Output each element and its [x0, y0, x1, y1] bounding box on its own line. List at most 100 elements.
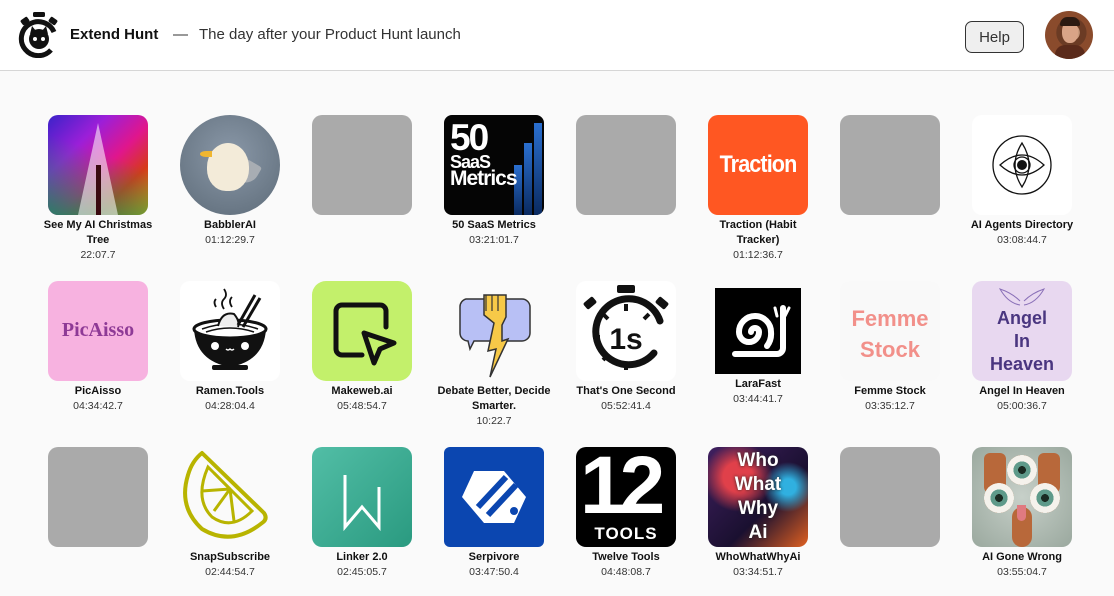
- product-time: 03:21:01.7: [469, 234, 519, 246]
- product-name[interactable]: AI Gone Wrong: [956, 550, 1088, 565]
- product-card-placeholder[interactable]: [560, 115, 692, 215]
- svg-text:1s: 1s: [609, 323, 642, 356]
- product-thumbnail[interactable]: [312, 447, 412, 547]
- placeholder-thumbnail[interactable]: [840, 115, 940, 215]
- placeholder-thumbnail[interactable]: [840, 447, 940, 547]
- product-time: 03:34:51.7: [733, 566, 783, 578]
- product-card[interactable]: Makeweb.ai 05:48:54.7: [296, 281, 428, 413]
- product-card[interactable]: BabblerAI 01:12:29.7: [164, 115, 296, 247]
- stopwatch-icon: 1s: [583, 285, 669, 370]
- tagline: The day after your Product Hunt launch: [199, 26, 461, 43]
- thumb-number: 12: [580, 447, 665, 531]
- product-thumbnail[interactable]: Angel In Heaven: [972, 281, 1072, 381]
- product-name[interactable]: LaraFast: [692, 377, 824, 392]
- product-name[interactable]: See My AI Christmas Tree: [32, 218, 164, 248]
- product-card[interactable]: Serpivore 03:47:50.4: [428, 447, 560, 579]
- product-thumbnail[interactable]: [972, 447, 1072, 547]
- product-name[interactable]: Traction (Habit Tracker): [692, 218, 824, 248]
- product-name[interactable]: That's One Second: [560, 384, 692, 399]
- linker-w-icon: [343, 475, 381, 532]
- product-name[interactable]: PicAisso: [32, 384, 164, 399]
- product-thumbnail[interactable]: Who What Why Ai: [708, 447, 808, 547]
- ramen-bowl-icon: [192, 288, 268, 370]
- product-card[interactable]: Angel In Heaven Angel In Heaven 05:00:36.7: [956, 281, 1088, 413]
- product-card[interactable]: Linker 2.0 02:45:05.7: [296, 447, 428, 579]
- product-thumbnail[interactable]: 1s: [576, 281, 676, 381]
- placeholder-thumbnail[interactable]: [48, 447, 148, 547]
- product-thumbnail[interactable]: 50 SaaS Metrics: [444, 115, 544, 215]
- product-name[interactable]: Angel In Heaven: [956, 384, 1088, 399]
- product-thumbnail[interactable]: [444, 281, 544, 381]
- snail-icon: [732, 305, 791, 357]
- eye-shape: [984, 483, 1014, 513]
- product-card-placeholder[interactable]: [824, 447, 956, 547]
- product-name[interactable]: AI Agents Directory: [956, 218, 1088, 233]
- product-time: 04:48:08.7: [601, 566, 651, 578]
- avatar-hair: [1060, 17, 1080, 26]
- debate-fist-icon: [459, 294, 531, 378]
- bird-body: [207, 143, 249, 191]
- thumb-text: Who What Why Ai: [734, 450, 782, 543]
- product-card-placeholder[interactable]: [824, 115, 956, 215]
- separator: —: [173, 26, 188, 43]
- stopwatch-cat-logo-icon[interactable]: [18, 12, 60, 58]
- product-card[interactable]: Traction Traction (Habit Tracker) 01:12:36…: [692, 115, 824, 262]
- product-time: 02:44:54.7: [205, 566, 255, 578]
- product-thumbnail[interactable]: [180, 115, 280, 215]
- brand-name[interactable]: Extend Hunt: [70, 26, 158, 43]
- product-card[interactable]: LaraFast 03:44:41.7: [692, 281, 824, 406]
- product-card[interactable]: PicAisso PicAisso 04:34:42.7: [32, 281, 164, 413]
- chart-bar: [524, 143, 532, 215]
- product-name[interactable]: Ramen.Tools: [164, 384, 296, 399]
- thumb-text: TOOLS: [576, 524, 676, 544]
- product-thumbnail[interactable]: [715, 288, 801, 374]
- product-name[interactable]: Linker 2.0: [296, 550, 428, 565]
- user-avatar[interactable]: [1045, 11, 1093, 59]
- placeholder-thumbnail[interactable]: [576, 115, 676, 215]
- product-name[interactable]: Twelve Tools: [560, 550, 692, 565]
- help-button[interactable]: Help: [965, 21, 1024, 53]
- product-name[interactable]: BabblerAI: [164, 218, 296, 233]
- placeholder-thumbnail[interactable]: [312, 115, 412, 215]
- tree-trunk: [96, 165, 101, 215]
- product-time: 04:34:42.7: [73, 400, 123, 412]
- product-card[interactable]: 12 TOOLS Twelve Tools 04:48:08.7: [560, 447, 692, 579]
- product-thumbnail[interactable]: [312, 281, 412, 381]
- product-name[interactable]: Debate Better, Decide Smarter.: [428, 384, 560, 414]
- product-card[interactable]: SnapSubscribe 02:44:54.7: [164, 447, 296, 579]
- product-time: 10:22.7: [476, 415, 512, 427]
- product-thumbnail[interactable]: 12 TOOLS: [576, 447, 676, 547]
- product-thumbnail[interactable]: PicAisso: [48, 281, 148, 381]
- product-thumbnail[interactable]: [180, 447, 280, 547]
- product-card[interactable]: 50 SaaS Metrics 50 SaaS Metrics 03:21:01.7: [428, 115, 560, 247]
- product-name[interactable]: Femme Stock: [824, 384, 956, 399]
- product-card-placeholder[interactable]: [296, 115, 428, 215]
- product-time: 02:45:05.7: [337, 566, 387, 578]
- product-card[interactable]: Ramen.Tools 04:28:04.4: [164, 281, 296, 413]
- thumb-text: 50 SaaS Metrics: [450, 117, 518, 191]
- product-thumbnail[interactable]: Femme Stock: [840, 281, 940, 381]
- product-thumbnail[interactable]: Traction: [708, 115, 808, 215]
- product-card[interactable]: 1s That's One Second 05:52:41.4: [560, 281, 692, 413]
- product-name[interactable]: WhoWhatWhyAi: [692, 550, 824, 565]
- product-thumbnail[interactable]: [444, 447, 544, 547]
- product-thumbnail[interactable]: [48, 115, 148, 215]
- product-card[interactable]: AI Gone Wrong 03:55:04.7: [956, 447, 1088, 579]
- product-card[interactable]: Femme Stock Femme Stock 03:35:12.7: [824, 281, 956, 413]
- product-name[interactable]: Serpivore: [428, 550, 560, 565]
- product-name[interactable]: SnapSubscribe: [164, 550, 296, 565]
- product-time: 03:08:44.7: [997, 234, 1047, 246]
- product-card-placeholder[interactable]: [32, 447, 164, 547]
- product-time: 01:12:36.7: [733, 249, 783, 261]
- product-thumbnail[interactable]: [180, 281, 280, 381]
- eye-shape: [1007, 455, 1037, 485]
- product-name[interactable]: Makeweb.ai: [296, 384, 428, 399]
- product-card[interactable]: Who What Why Ai WhoWhatWhyAi 03:34:51.7: [692, 447, 824, 579]
- product-card[interactable]: Debate Better, Decide Smarter. 10:22.7: [428, 281, 560, 428]
- product-card[interactable]: See My AI Christmas Tree 22:07.7: [32, 115, 164, 262]
- product-card[interactable]: AI Agents Directory 03:08:44.7: [956, 115, 1088, 247]
- cursor-square-icon: [333, 302, 397, 366]
- product-name[interactable]: 50 SaaS Metrics: [428, 218, 560, 233]
- product-thumbnail[interactable]: [972, 115, 1072, 215]
- thumb-text: Angel In Heaven: [989, 308, 1055, 374]
